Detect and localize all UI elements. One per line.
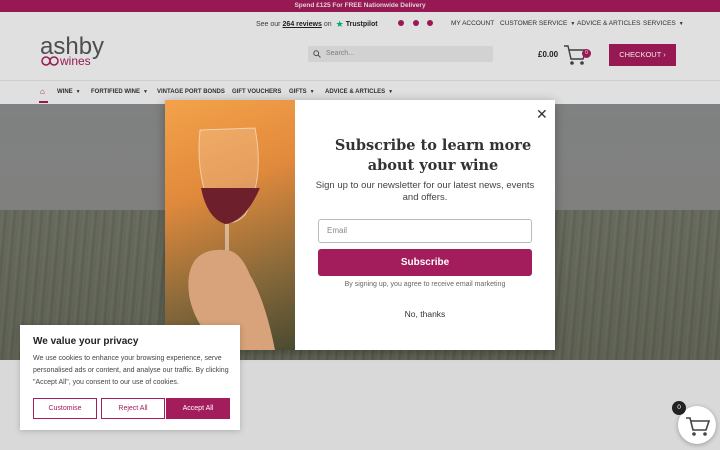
accept-all-button[interactable]: Accept All [166,398,230,419]
wine-glass-illustration [188,127,275,350]
close-icon[interactable]: ✕ [536,106,548,123]
floating-cart-count: 0 [672,401,686,415]
newsletter-modal: ✕ Subscribe to learn more about your win… [165,100,555,350]
cookie-text: We use cookies to enhance your browsing … [33,355,229,386]
modal-subtitle: Sign up to our newsletter for our latest… [315,180,535,203]
cookie-title: We value your privacy [33,336,139,347]
email-field[interactable]: Email [318,219,532,243]
subscribe-button[interactable]: Subscribe [318,249,532,276]
signup-disclaimer: By signing up, you agree to receive emai… [344,281,506,288]
wine-glass-image [165,100,295,350]
customise-button[interactable]: Customise [33,398,97,419]
cookie-consent-banner: We value your privacy We use cookies to … [20,325,240,430]
no-thanks-button[interactable]: No, thanks [315,309,535,319]
reject-all-button[interactable]: Reject All [101,398,165,419]
modal-title: Subscribe to learn more about your wine [334,137,532,174]
